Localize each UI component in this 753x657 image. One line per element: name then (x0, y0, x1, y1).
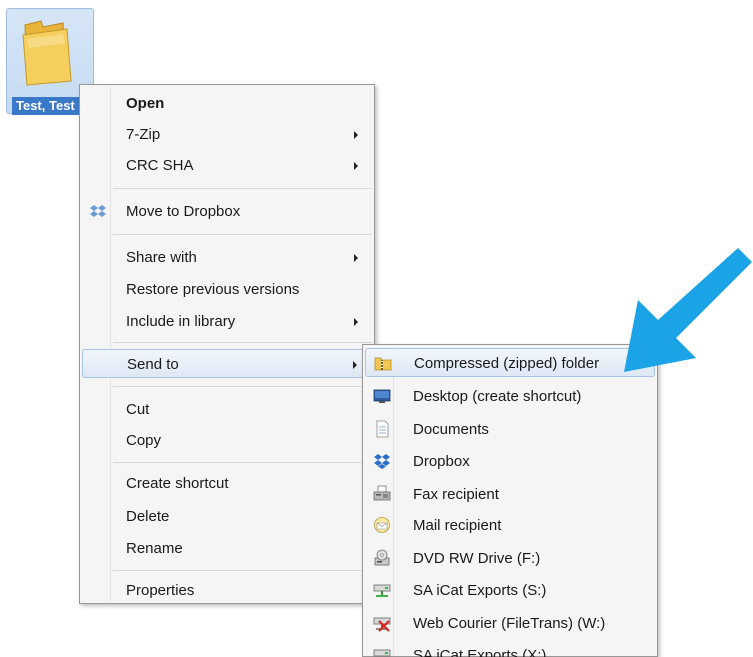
menu-item-label: Web Courier (FileTrans) (W:) (413, 615, 606, 632)
send-to-sa-icat-exports-s[interactable]: SA iCat Exports (S:) (365, 576, 655, 605)
menu-item-label: Delete (126, 508, 170, 525)
menu-item-cut[interactable]: Cut (82, 395, 372, 424)
network-drive-icon (373, 649, 391, 657)
menu-item-send-to[interactable]: Send to (82, 349, 372, 378)
submenu-arrow-icon (354, 254, 358, 262)
menu-item-label: Mail recipient (413, 517, 502, 534)
menu-separator (113, 234, 372, 235)
menu-item-label: Send to (127, 356, 179, 373)
zip-folder-icon (374, 357, 392, 371)
send-to-submenu: Compressed (zipped) folder Desktop (crea… (362, 344, 658, 657)
documents-icon (376, 420, 389, 438)
menu-item-label: Dropbox (413, 453, 470, 470)
send-to-mail-recipient[interactable]: Mail recipient (365, 511, 655, 540)
send-to-web-courier[interactable]: Web Courier (FileTrans) (W:) (365, 609, 655, 638)
menu-item-label: SA iCat Exports (S:) (413, 582, 547, 599)
menu-item-include-in-library[interactable]: Include in library (82, 307, 372, 336)
menu-item-copy[interactable]: Copy (82, 426, 372, 455)
send-to-dropbox[interactable]: Dropbox (365, 447, 655, 476)
menu-item-label: SA iCat Exports (X:) (413, 647, 547, 657)
menu-separator (113, 188, 372, 189)
menu-item-label: Include in library (126, 313, 236, 330)
send-to-sa-icat-exports-x[interactable]: SA iCat Exports (X:) (365, 641, 655, 657)
folder-label[interactable]: Test, Test (12, 97, 79, 115)
pointer-arrow-icon (624, 248, 752, 372)
menu-item-label: Cut (126, 401, 150, 418)
send-to-documents[interactable]: Documents (365, 415, 655, 444)
menu-item-label: Move to Dropbox (126, 203, 241, 220)
menu-item-properties[interactable]: Properties (82, 576, 372, 605)
context-menu: Open 7-Zip CRC SHA Move to Dropbox Share… (79, 84, 375, 604)
menu-item-label: Rename (126, 540, 183, 557)
menu-item-label: CRC SHA (126, 157, 194, 174)
menu-item-label: Desktop (create shortcut) (413, 388, 582, 405)
menu-item-label: Compressed (zipped) folder (414, 355, 600, 372)
network-drive-icon (373, 584, 391, 597)
disconnected-drive-icon (373, 617, 391, 632)
dvd-drive-icon (374, 549, 390, 566)
menu-item-crc-sha[interactable]: CRC SHA (82, 151, 372, 180)
menu-item-label: Share with (126, 249, 197, 266)
dropbox-icon (374, 454, 390, 469)
menu-item-label: DVD RW Drive (F:) (413, 550, 541, 567)
mail-icon (374, 517, 390, 533)
menu-item-move-to-dropbox[interactable]: Move to Dropbox (82, 197, 372, 226)
menu-separator (113, 570, 372, 571)
menu-separator (113, 386, 372, 387)
submenu-arrow-icon (353, 361, 357, 369)
menu-item-label: Fax recipient (413, 486, 499, 503)
menu-separator (113, 462, 372, 463)
menu-separator (113, 342, 372, 343)
menu-item-label: Create shortcut (126, 475, 229, 492)
menu-item-7zip[interactable]: 7-Zip (82, 120, 372, 149)
menu-item-open[interactable]: Open (82, 89, 372, 118)
send-to-compressed-folder[interactable]: Compressed (zipped) folder (365, 348, 655, 377)
menu-item-label: 7-Zip (126, 126, 161, 143)
submenu-arrow-icon (354, 162, 358, 170)
dropbox-icon (90, 205, 106, 217)
menu-item-label: Open (126, 95, 165, 112)
menu-item-delete[interactable]: Delete (82, 502, 372, 531)
send-to-fax-recipient[interactable]: Fax recipient (365, 480, 655, 509)
menu-item-share-with[interactable]: Share with (82, 243, 372, 272)
menu-item-label: Copy (126, 432, 162, 449)
menu-item-create-shortcut[interactable]: Create shortcut (82, 469, 372, 498)
folder-icon (22, 20, 72, 86)
menu-item-restore-previous-versions[interactable]: Restore previous versions (82, 275, 372, 304)
submenu-arrow-icon (354, 131, 358, 139)
send-to-desktop[interactable]: Desktop (create shortcut) (365, 382, 655, 411)
desktop-icon (373, 389, 391, 403)
send-to-dvd-rw-drive[interactable]: DVD RW Drive (F:) (365, 544, 655, 573)
menu-item-label: Restore previous versions (126, 281, 300, 298)
submenu-arrow-icon (354, 318, 358, 326)
menu-item-rename[interactable]: Rename (82, 534, 372, 563)
screenshot-stage: Test, Test Open 7-Zip CRC SHA Move to Dr… (0, 0, 753, 657)
fax-icon (373, 485, 391, 501)
menu-item-label: Documents (413, 421, 489, 438)
menu-item-label: Properties (126, 582, 195, 599)
